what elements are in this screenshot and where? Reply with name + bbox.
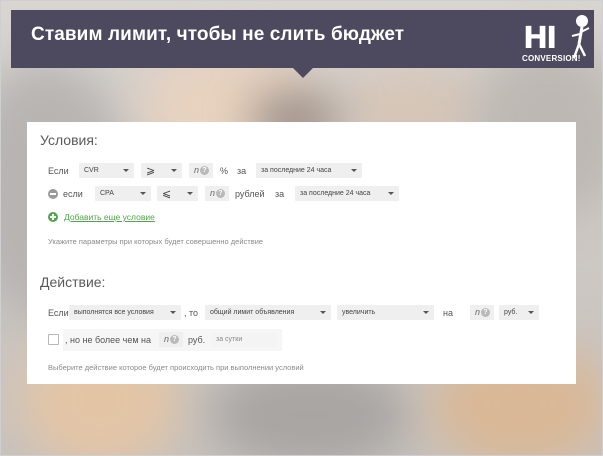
condition2-period-select[interactable]: за последние 24 часа — [295, 186, 399, 201]
chevron-down-icon — [351, 169, 357, 172]
condition1-value-input[interactable]: n? — [189, 163, 213, 178]
action-target-select[interactable]: общий лимит объявления — [205, 305, 331, 320]
chevron-down-icon — [423, 311, 429, 314]
condition1-operator-select[interactable]: ⩾ — [141, 163, 182, 178]
add-condition-icon[interactable] — [48, 212, 58, 222]
action-title: Действие: — [40, 274, 106, 290]
action-then-label: , то — [184, 308, 199, 318]
action-verb-select[interactable]: увеличить — [337, 305, 434, 320]
chevron-down-icon — [170, 311, 176, 314]
condition2-metric-select[interactable]: CPA — [95, 186, 151, 201]
condition1-if-label: Если — [48, 166, 69, 176]
logo-hi-text: HI — [523, 21, 557, 56]
rule-editor-card: Условия: Если CVR ⩾ n? % за за последние… — [27, 122, 576, 384]
chevron-down-icon — [123, 169, 129, 172]
help-icon[interactable]: ? — [481, 308, 490, 317]
chevron-down-icon — [171, 169, 177, 172]
condition2-period-label: за — [275, 189, 285, 199]
condition1-period-select[interactable]: за последние 24 часа — [256, 163, 362, 178]
stick-figure-icon — [571, 15, 590, 59]
action-currency-select[interactable]: руб. — [499, 305, 539, 320]
banner-title: Ставим лимит, чтобы не слить бюджет — [31, 24, 405, 45]
condition2-value-input[interactable]: n? — [205, 186, 229, 201]
help-icon[interactable]: ? — [216, 189, 225, 198]
action-by-label: на — [443, 308, 453, 318]
chevron-down-icon — [388, 192, 394, 195]
condition2-unit-label: рублей — [235, 189, 265, 199]
cap-unit-label: руб. — [188, 335, 206, 345]
chevron-down-icon — [187, 192, 193, 195]
conditions-help-text: Укажите параметры при которых будет сове… — [48, 237, 264, 246]
cap-label: , но не более чем на — [65, 335, 152, 345]
action-value-input[interactable]: n? — [470, 305, 494, 320]
header-banner: Ставим лимит, чтобы не слить бюджет HI C… — [11, 10, 594, 68]
chevron-down-icon — [320, 311, 326, 314]
conditions-title: Условия: — [40, 132, 98, 148]
limit-cap-checkbox[interactable] — [48, 334, 59, 345]
condition2-operator-select[interactable]: ⩽ — [157, 186, 198, 201]
banner-pointer — [292, 67, 314, 78]
cap-period-select[interactable]: за сутки — [211, 332, 277, 347]
condition1-metric-select[interactable]: CVR — [79, 163, 134, 178]
action-mode-select[interactable]: выполнятся все условия — [69, 305, 181, 320]
cap-value-input[interactable]: n? — [159, 332, 183, 347]
condition2-if-label: если — [63, 189, 83, 199]
chevron-down-icon — [528, 311, 534, 314]
condition1-period-label: за — [237, 166, 247, 176]
hi-conversion-logo: HI CONVERSION! — [521, 14, 591, 66]
chevron-down-icon — [140, 192, 146, 195]
action-help-text: Выберите действие которое будет происход… — [48, 363, 304, 372]
help-icon[interactable]: ? — [170, 335, 179, 344]
condition1-unit-label: % — [220, 166, 229, 176]
action-if-label: Если — [48, 308, 69, 318]
help-icon[interactable]: ? — [200, 166, 209, 175]
remove-condition-icon[interactable] — [48, 189, 58, 199]
add-condition-link[interactable]: Добавить еще условие — [64, 212, 155, 222]
